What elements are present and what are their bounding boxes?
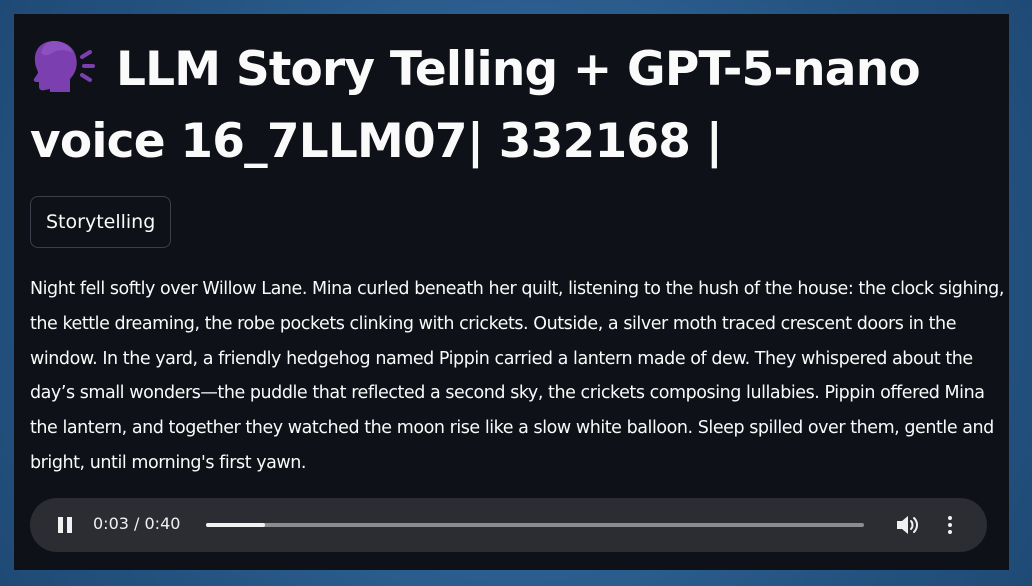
volume-icon[interactable] bbox=[896, 514, 920, 536]
title-line-1: LLM Story Telling + GPT-5-nano bbox=[30, 34, 993, 106]
audio-player[interactable]: 0:03 / 0:40 bbox=[30, 498, 987, 552]
speaking-head-icon bbox=[33, 41, 95, 92]
app-container: LLM Story Telling + GPT-5-nano voice 16_… bbox=[14, 14, 1009, 570]
title-text-line-2: voice 16_7LLM07| 332168 | bbox=[30, 114, 723, 169]
audio-seek-bar[interactable] bbox=[206, 523, 864, 527]
page-title: LLM Story Telling + GPT-5-nano voice 16_… bbox=[30, 34, 993, 178]
title-text-line-1: LLM Story Telling + GPT-5-nano bbox=[116, 42, 921, 97]
story-text: Night fell softly over Willow Lane. Mina… bbox=[30, 279, 1004, 473]
pause-icon[interactable] bbox=[58, 517, 72, 533]
audio-progress-fill bbox=[206, 523, 266, 527]
more-vertical-icon[interactable] bbox=[944, 514, 956, 536]
audio-time-display: 0:03 / 0:40 bbox=[93, 514, 181, 533]
tab-storytelling[interactable]: Storytelling bbox=[30, 196, 172, 248]
